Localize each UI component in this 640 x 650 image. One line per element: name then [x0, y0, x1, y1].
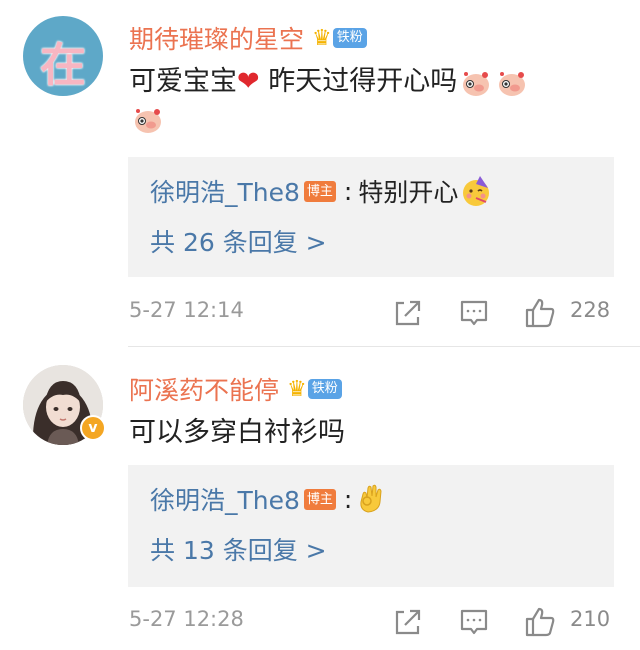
reply-line: 徐明浩_The8 博主 : 特别开心	[150, 171, 494, 211]
fan-badge: 铁粉	[332, 28, 367, 48]
comment-meta: 5-27 12:14 228	[129, 296, 619, 330]
avatar[interactable]: 在	[23, 16, 103, 96]
reply-text: 特别开心	[358, 178, 459, 207]
reply-line: 徐明浩_The8 博主 :	[150, 479, 388, 519]
like-icon[interactable]	[523, 296, 557, 330]
comment-icon[interactable]	[457, 605, 491, 639]
like-count: 210	[570, 607, 611, 631]
crown-icon: ♛	[287, 376, 307, 402]
reply-author[interactable]: 徐明浩_The8	[150, 173, 300, 209]
comment-text: 可爱宝宝❤ 昨天过得开心吗	[129, 62, 529, 102]
username[interactable]: 期待璀璨的星空	[129, 20, 304, 56]
username[interactable]: 阿溪药不能停	[129, 371, 279, 407]
avatar-text: 在	[40, 38, 86, 92]
comment-item: 阿溪药不能停 ♛ 铁粉 可以多穿白衬衫吗 徐明浩_The8 博主 : 共 13 …	[0, 347, 640, 650]
share-icon[interactable]	[391, 296, 425, 330]
reply-preview[interactable]: 徐明浩_The8 博主 : 特别开心 共 26 条回复 >	[128, 157, 614, 277]
party-face-emoji-icon	[463, 176, 490, 206]
verified-icon: v	[80, 415, 106, 441]
pig-emoji-icon	[135, 109, 161, 133]
fan-badge: 铁粉	[307, 379, 342, 399]
reply-count-link[interactable]: 共 13 条回复 >	[150, 531, 327, 567]
ok-hand-emoji-icon	[360, 484, 382, 513]
comment-icon[interactable]	[457, 296, 491, 330]
like-icon[interactable]	[523, 605, 557, 639]
username-row: 阿溪药不能停 ♛ 铁粉	[129, 371, 342, 407]
comment-text: 可以多穿白衬衫吗	[129, 417, 345, 448]
username-row: 期待璀璨的星空 ♛ 铁粉	[129, 20, 367, 56]
comment-time: 5-27 12:28	[129, 607, 244, 631]
like-count: 228	[570, 298, 611, 322]
comment-meta: 5-27 12:28 210	[129, 605, 619, 639]
reply-colon: :	[343, 176, 353, 206]
reply-colon: :	[343, 484, 353, 514]
share-icon[interactable]	[391, 605, 425, 639]
comment-item: 在 期待璀璨的星空 ♛ 铁粉 可爱宝宝❤ 昨天过得开心吗 徐明浩_The8 博主…	[0, 0, 640, 346]
host-badge: 博主	[303, 488, 336, 510]
comment-text-part: 可爱宝宝	[129, 66, 237, 97]
comment-text-part: 昨天过得开心吗	[259, 66, 458, 97]
reply-author[interactable]: 徐明浩_The8	[150, 481, 300, 517]
host-badge: 博主	[303, 180, 336, 202]
crown-icon: ♛	[312, 25, 332, 51]
emoji-row	[129, 104, 165, 136]
comment-time: 5-27 12:14	[129, 298, 244, 322]
pig-emoji-icon	[463, 71, 490, 96]
reply-preview[interactable]: 徐明浩_The8 博主 : 共 13 条回复 >	[128, 465, 614, 587]
heart-emoji-icon: ❤	[237, 66, 260, 97]
reply-count-link[interactable]: 共 26 条回复 >	[150, 223, 327, 259]
pig-emoji-icon	[499, 71, 526, 96]
